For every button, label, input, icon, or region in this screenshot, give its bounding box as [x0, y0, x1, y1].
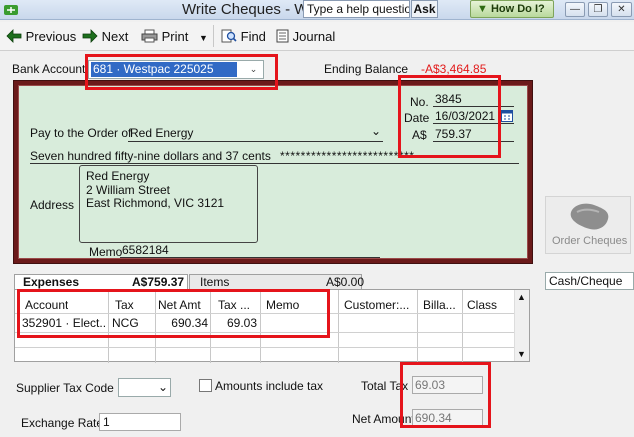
find-icon [221, 29, 241, 44]
triangle-down-icon: ▼ [477, 3, 488, 15]
highlight-box [400, 362, 491, 428]
window-title: Write Cheques - W [182, 1, 309, 18]
order-cheques-label: Order Cheques [552, 235, 628, 247]
tab-expenses-amount: A$759.37 [132, 275, 185, 289]
next-button[interactable]: Next [82, 27, 128, 47]
restore-button[interactable]: ❐ [588, 2, 608, 17]
supplier-tax-code-label: Supplier Tax Code [16, 381, 114, 395]
ending-balance-label: Ending Balance [324, 62, 409, 76]
payment-method-field[interactable]: Cash/Cheque [545, 272, 634, 290]
ask-button[interactable]: Ask [411, 0, 438, 18]
address-line: Red Energy [86, 169, 150, 183]
memo-field[interactable]: 6582184 [120, 243, 380, 258]
column-divider [462, 290, 463, 363]
journal-label: Journal [292, 29, 336, 44]
how-do-i-label: How Do I? [490, 3, 545, 15]
order-cheques-button[interactable]: Order Cheques [545, 196, 631, 254]
print-button[interactable]: Print [141, 27, 188, 47]
toolbar-separator [213, 25, 214, 47]
payee-value: Red Energy [130, 126, 194, 140]
highlight-box [85, 54, 278, 90]
help-search-input[interactable]: Type a help question [303, 0, 410, 18]
triangle-down-icon: ▼ [199, 33, 208, 43]
column-header-billable[interactable]: Billa... [423, 297, 461, 313]
row-divider [15, 347, 515, 348]
ending-balance-value: -A$3,464.85 [421, 62, 487, 76]
minimize-icon: — [570, 4, 580, 15]
bank-account-label: Bank Account [12, 62, 86, 76]
highlight-box [17, 289, 330, 338]
pay-to-label: Pay to the Order of [30, 126, 132, 140]
highlight-box [398, 75, 501, 158]
exchange-rate-field[interactable]: 1 [99, 413, 181, 431]
print-dropdown-button[interactable]: ▼ [199, 27, 211, 47]
amount-words: Seven hundred fifty-nine dollars and 37 … [30, 149, 271, 163]
address-line: East Richmond, VIC 3121 [86, 196, 225, 210]
amount-words-fill: ************************** [280, 149, 415, 163]
column-header-class[interactable]: Class [467, 297, 497, 313]
next-label: Next [101, 29, 129, 44]
close-button[interactable]: ✕ [611, 2, 632, 17]
close-icon: ✕ [617, 4, 626, 15]
arrow-right-icon [82, 29, 102, 44]
previous-button[interactable]: Previous [6, 27, 76, 47]
tab-items-label: Items [200, 275, 230, 289]
find-button[interactable]: Find [221, 27, 266, 47]
tab-items-amount: A$0.00 [326, 275, 365, 289]
chevron-down-icon[interactable]: ▼ [517, 349, 526, 359]
address-label: Address [30, 198, 75, 212]
tab-items[interactable]: Items A$0.00 [189, 274, 365, 290]
arrow-left-icon [6, 29, 26, 44]
journal-icon [276, 29, 293, 44]
chevron-down-icon[interactable]: ⌄ [158, 380, 168, 394]
column-divider [417, 290, 418, 363]
column-divider [338, 290, 339, 363]
minimize-button[interactable]: — [565, 2, 585, 17]
printer-icon [141, 29, 162, 44]
chevron-down-icon[interactable]: ⌄ [371, 124, 381, 138]
how-do-i-button[interactable]: ▼ How Do I? [470, 0, 554, 18]
tab-expenses-label: Expenses [23, 275, 80, 289]
exchange-rate-label: Exchange Rate [21, 416, 104, 430]
address-line: 2 William Street [86, 183, 171, 197]
previous-label: Previous [25, 29, 77, 44]
payee-select[interactable]: Red Energy ⌄ [128, 124, 383, 142]
table-scrollbar[interactable]: ▲ ▼ [514, 290, 529, 361]
memo-value: 6582184 [122, 243, 169, 257]
chevron-up-icon[interactable]: ▲ [517, 292, 526, 302]
column-header-customer[interactable]: Customer:... [344, 297, 416, 313]
tab-expenses[interactable]: Expenses A$759.37 [14, 274, 188, 290]
calendar-icon[interactable] [501, 110, 513, 122]
app-icon[interactable] [3, 2, 19, 18]
memo-label: Memo [89, 245, 123, 259]
supplier-tax-code-select[interactable]: ⌄ [118, 378, 171, 397]
order-cheques-icon [568, 202, 612, 235]
restore-icon: ❐ [593, 4, 603, 15]
find-label: Find [240, 29, 266, 44]
amounts-include-tax-label: Amounts include tax [215, 379, 324, 393]
journal-button[interactable]: Journal [276, 27, 335, 47]
amounts-include-tax-checkbox[interactable] [199, 379, 212, 392]
print-label: Print [161, 29, 189, 44]
